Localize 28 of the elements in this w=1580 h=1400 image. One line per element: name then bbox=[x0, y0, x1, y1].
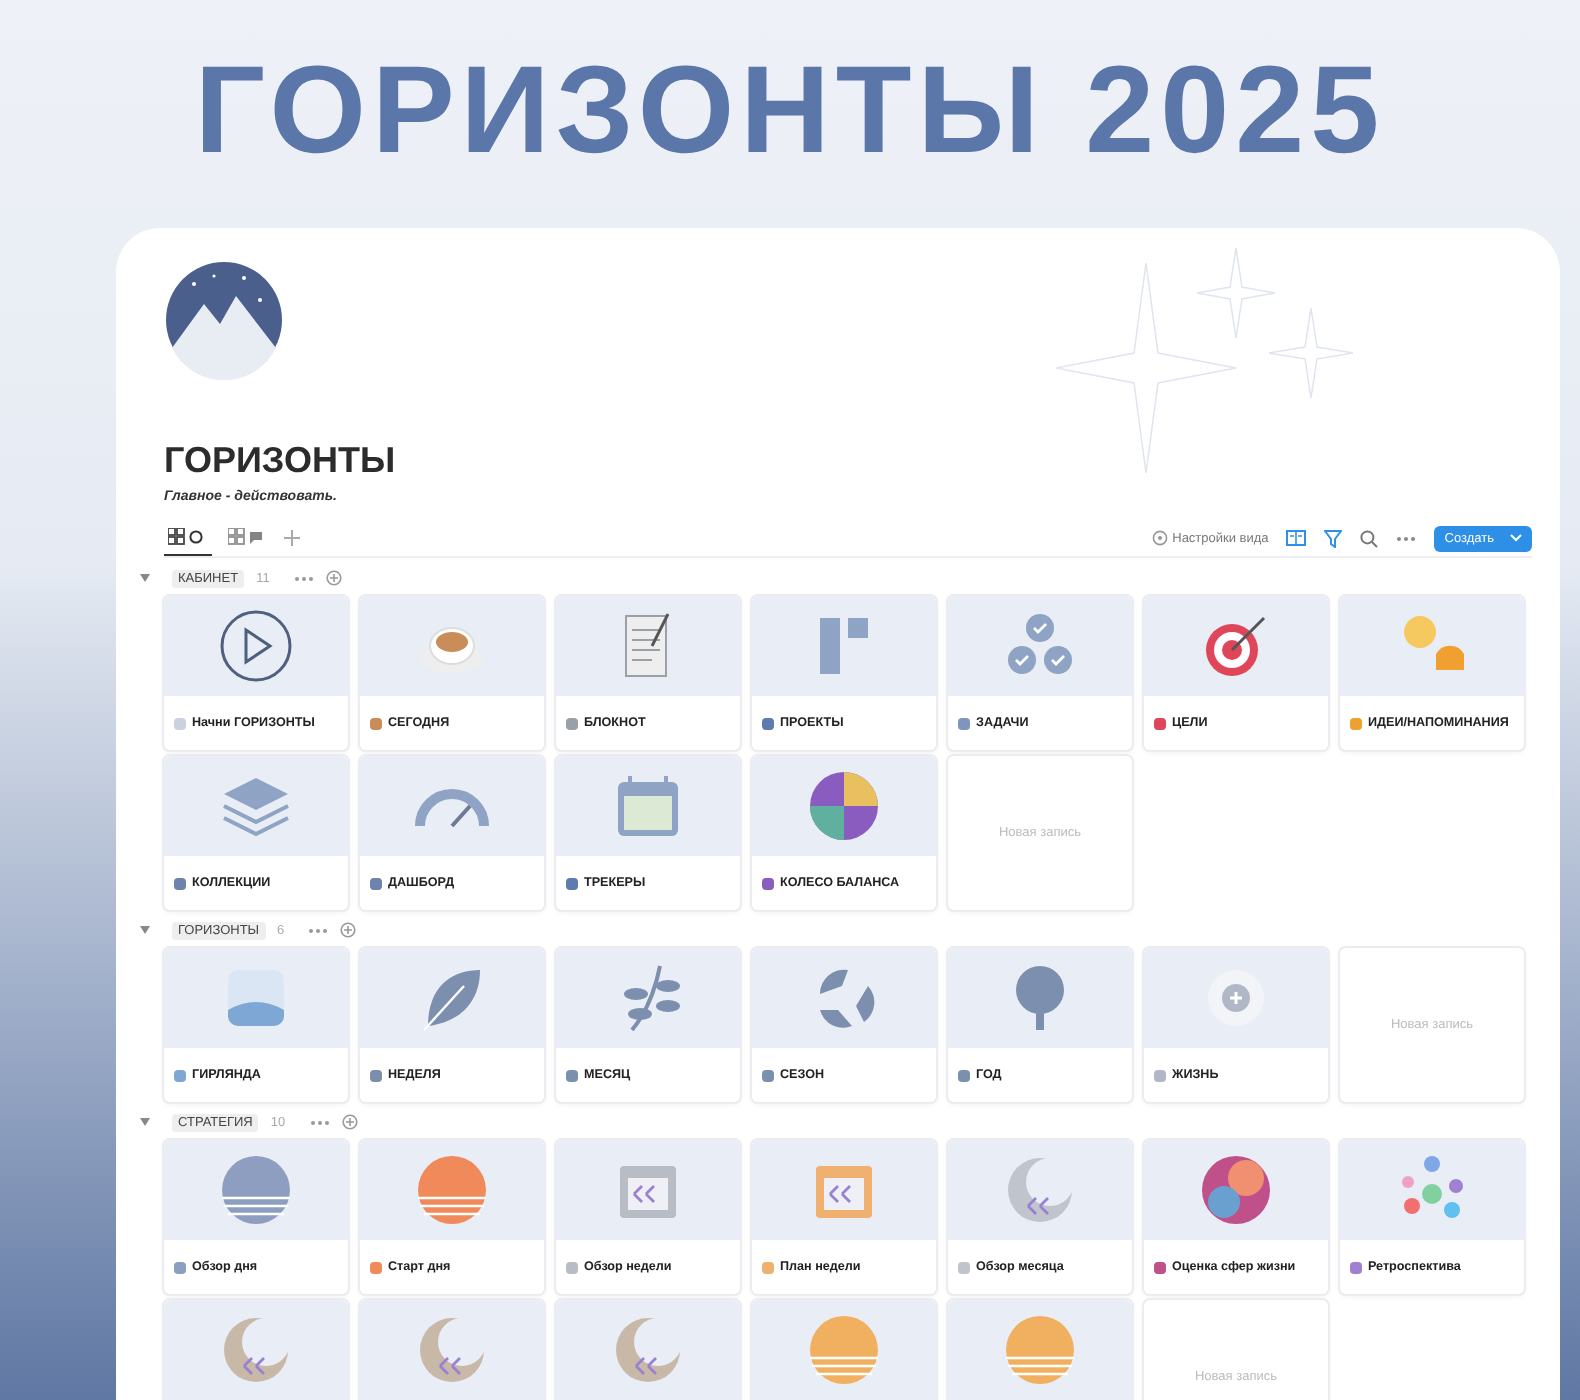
mountain-logo bbox=[164, 260, 284, 380]
gallery-view-icon bbox=[228, 528, 268, 546]
filter-icon[interactable] bbox=[1324, 529, 1343, 547]
more-icon[interactable] bbox=[308, 927, 329, 933]
page-title: ГОРИЗОНТЫ bbox=[164, 440, 398, 482]
card-picture-icon bbox=[1000, 1310, 1080, 1390]
caret-icon[interactable] bbox=[140, 574, 150, 582]
card-picture-icon bbox=[216, 606, 296, 686]
caret-icon[interactable] bbox=[140, 1118, 150, 1126]
book-icon[interactable] bbox=[1286, 530, 1307, 546]
add-icon[interactable] bbox=[325, 570, 342, 586]
headline: ГОРИЗОНТЫ 2025 bbox=[192, 40, 1388, 184]
more-icon[interactable] bbox=[309, 1119, 330, 1125]
gallery-view-icon bbox=[168, 528, 208, 546]
caret-icon bbox=[1510, 534, 1522, 542]
card-picture-icon bbox=[1196, 1150, 1276, 1230]
more-icon[interactable] bbox=[293, 575, 314, 581]
card-picture-icon bbox=[804, 766, 884, 846]
settings-icon bbox=[1152, 530, 1169, 546]
add-icon[interactable] bbox=[340, 922, 357, 938]
more-icon[interactable] bbox=[1396, 535, 1417, 541]
caret-icon[interactable] bbox=[140, 926, 150, 934]
search-icon[interactable] bbox=[1360, 529, 1379, 547]
card-picture-icon bbox=[804, 1310, 884, 1390]
card-picture-icon bbox=[412, 1150, 492, 1230]
card-picture-icon bbox=[216, 1150, 296, 1230]
add-icon[interactable] bbox=[341, 1114, 358, 1130]
add-view-icon[interactable] bbox=[284, 530, 300, 546]
